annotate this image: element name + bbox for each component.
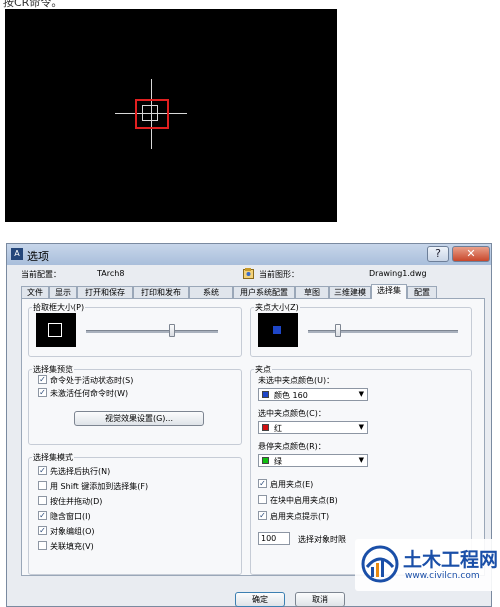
app-icon: A: [11, 248, 23, 260]
enable-grips-checkbox[interactable]: ✓: [258, 479, 267, 488]
tab-open-save[interactable]: 打开和保存: [77, 286, 133, 298]
ok-button[interactable]: 确定: [235, 592, 285, 607]
grips-in-blocks-label: 在块中启用夹点(B): [270, 496, 338, 505]
current-profile-label: 当前配置：: [21, 270, 61, 279]
tab-plot-publish[interactable]: 打印和发布: [133, 286, 189, 298]
unselected-grip-color-select[interactable]: 颜色 160 ▼: [258, 388, 368, 401]
noun-verb-label: 先选择后执行(N): [50, 467, 111, 476]
hover-grip-value: 绿: [274, 457, 282, 466]
no-command-label: 未激活任何命令时(W): [50, 389, 129, 398]
associative-hatch-checkbox[interactable]: [38, 541, 47, 550]
object-grouping-label: 对象编组(O): [50, 527, 95, 536]
chevron-down-icon: ▼: [358, 390, 364, 398]
tab-display[interactable]: 显示: [49, 286, 77, 298]
grip-size-title: 夹点大小(Z): [254, 302, 300, 313]
grip-tips-checkbox[interactable]: ✓: [258, 511, 267, 520]
shift-add-label: 用 Shift 键添加到选择集(F): [50, 482, 149, 491]
grips-title: 夹点: [254, 364, 272, 375]
hover-grip-color-select[interactable]: 绿 ▼: [258, 454, 368, 467]
tab-selection[interactable]: 选择集: [371, 284, 407, 299]
drawing-icon: [243, 268, 254, 279]
associative-hatch-label: 关联填充(V): [50, 542, 94, 551]
pickbox-outer: [135, 99, 169, 129]
grip-tips-label: 启用夹点提示(T): [270, 512, 330, 521]
pickbox-size-title: 拾取框大小(P): [32, 302, 86, 313]
press-drag-checkbox[interactable]: [38, 496, 47, 505]
grip-size-slider-track: [308, 330, 458, 333]
object-limit-input[interactable]: 100: [258, 532, 290, 545]
pickbox-slider-track: [86, 330, 218, 333]
watermark-url: www.civilcn.com: [405, 571, 480, 581]
unselected-grip-label: 未选中夹点颜色(U)：: [258, 376, 335, 385]
no-command-checkbox[interactable]: ✓: [38, 388, 47, 397]
visual-effects-button[interactable]: 视觉效果设置(G)...: [74, 411, 204, 426]
object-grouping-checkbox[interactable]: ✓: [38, 526, 47, 535]
selection-modes-title: 选择集模式: [32, 452, 74, 463]
tab-drafting[interactable]: 草图: [295, 286, 329, 298]
selected-grip-value: 红: [274, 424, 282, 433]
tab-files[interactable]: 文件: [21, 286, 49, 298]
watermark-logo-icon: [361, 545, 399, 583]
selected-grip-label: 选中夹点颜色(C)：: [258, 409, 326, 418]
tab-system[interactable]: 系统: [189, 286, 233, 298]
implied-window-checkbox[interactable]: ✓: [38, 511, 47, 520]
unselected-grip-swatch: [262, 391, 269, 398]
pickbox-preview: [36, 313, 76, 347]
site-watermark: 土木工程网 www.civilcn.com: [355, 539, 500, 591]
current-drawing-label: 当前图形：: [259, 270, 299, 279]
current-drawing-value: Drawing1.dwg: [369, 269, 427, 278]
tab-user-preferences[interactable]: 用户系统配置: [233, 286, 295, 298]
command-active-label: 命令处于活动状态时(S): [50, 376, 134, 385]
selected-grip-color-select[interactable]: 红 ▼: [258, 421, 368, 434]
tab-profiles[interactable]: 配置: [407, 286, 437, 298]
grip-preview-square: [273, 326, 281, 334]
selection-tab-panel: 拾取框大小(P) 夹点大小(Z) 选择集预览 ✓ 命令处于活动状态时(S) ✓ …: [21, 298, 485, 576]
cancel-button[interactable]: 取消: [295, 592, 345, 607]
unselected-grip-value: 颜色 160: [274, 391, 308, 400]
enable-grips-label: 启用夹点(E): [270, 480, 314, 489]
pickbox-preview-square: [48, 323, 62, 337]
selected-grip-swatch: [262, 424, 269, 431]
shift-add-checkbox[interactable]: [38, 481, 47, 490]
current-profile-value: TArch8: [97, 269, 125, 278]
grips-in-blocks-checkbox[interactable]: [258, 495, 267, 504]
tab-3d-modeling[interactable]: 三维建模: [329, 286, 371, 298]
pickbox-slider-thumb[interactable]: [169, 324, 175, 337]
watermark-title: 土木工程网: [403, 549, 499, 571]
grip-size-preview: [258, 313, 298, 347]
object-limit-label: 选择对象时限: [298, 535, 346, 544]
selection-preview-title: 选择集预览: [32, 364, 74, 375]
implied-window-label: 隐含窗口(I): [50, 512, 91, 521]
hover-grip-label: 悬停夹点颜色(R)：: [258, 442, 326, 451]
cad-drawing-area[interactable]: [5, 9, 337, 222]
noun-verb-checkbox[interactable]: ✓: [38, 466, 47, 475]
chevron-down-icon: ▼: [358, 423, 364, 431]
chevron-down-icon: ▼: [358, 456, 364, 464]
hover-grip-swatch: [262, 457, 269, 464]
dialog-titlebar[interactable]: A 选项 ? ✕: [7, 244, 491, 265]
tab-strip: 文件 显示 打开和保存 打印和发布 系统 用户系统配置 草图 三维建模 选择集 …: [21, 284, 485, 299]
press-drag-label: 按住并拖动(D): [50, 497, 103, 506]
close-button[interactable]: ✕: [452, 246, 490, 262]
grip-size-slider-thumb[interactable]: [335, 324, 341, 337]
dialog-title: 选项: [27, 250, 49, 263]
command-active-checkbox[interactable]: ✓: [38, 375, 47, 384]
help-button[interactable]: ?: [427, 246, 449, 262]
